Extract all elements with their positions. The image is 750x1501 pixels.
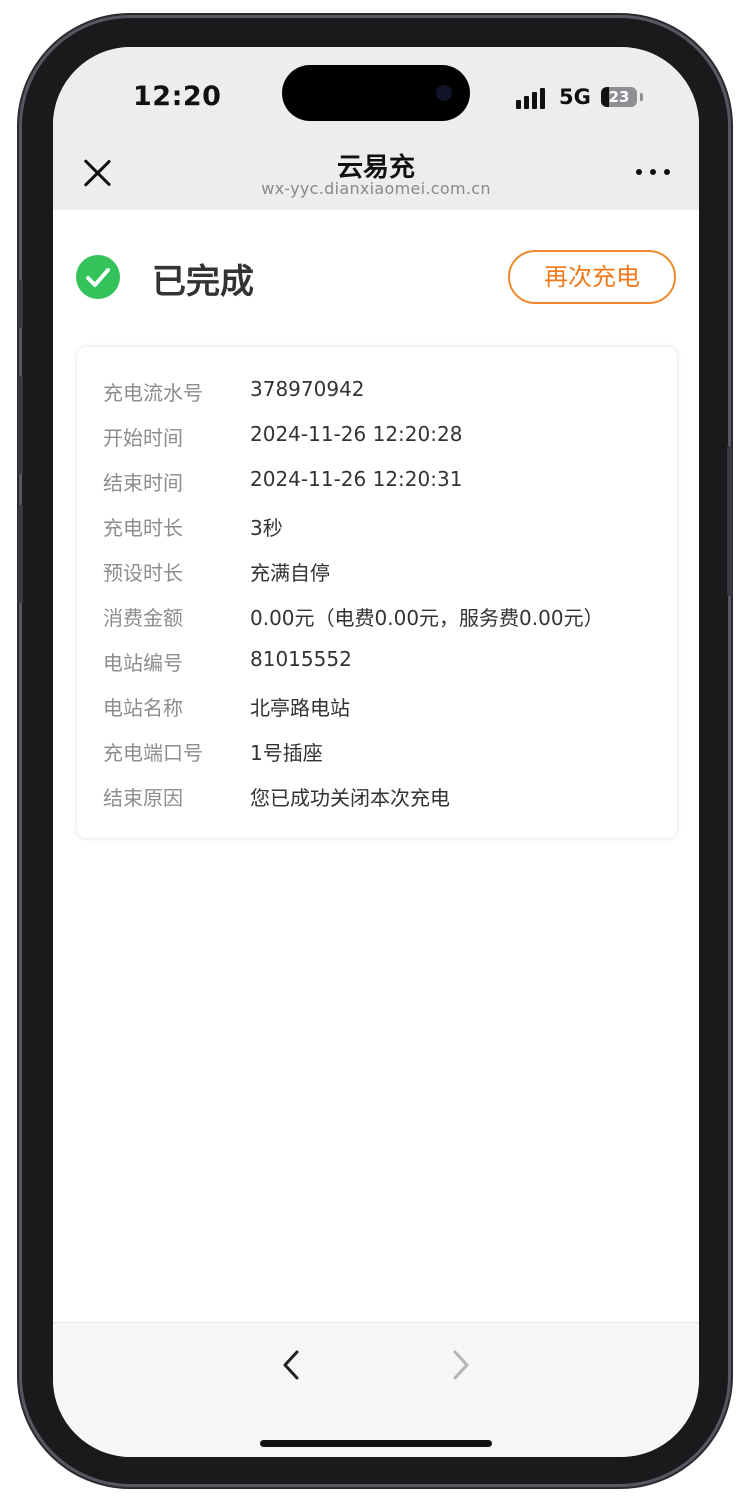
detail-value: 您已成功关闭本次充电 xyxy=(250,786,450,810)
phone-screen: 12:20 5G 23 云易充 wx-yyc.dianxiaomei.com.c… xyxy=(53,47,699,1457)
order-detail-content: 已完成 再次充电 充电流水号 378970942 开始时间 2024-11-26… xyxy=(53,210,699,1322)
detail-value: 378970942 xyxy=(250,377,365,401)
volume-down-button xyxy=(18,505,23,603)
recharge-again-button[interactable]: 再次充电 xyxy=(508,250,676,304)
volume-up-button xyxy=(18,376,23,474)
webview-nav-bar: 云易充 wx-yyc.dianxiaomei.com.cn xyxy=(53,147,699,210)
charge-detail-card: 充电流水号 378970942 开始时间 2024-11-26 12:20:28… xyxy=(76,346,678,839)
detail-label: 预设时长 xyxy=(103,561,183,585)
detail-value: 北亭路电站 xyxy=(250,696,350,720)
detail-value: 2024-11-26 12:20:28 xyxy=(250,422,463,446)
detail-value: 1号插座 xyxy=(250,741,323,765)
battery-level-fill xyxy=(601,87,609,107)
status-bar: 12:20 5G 23 xyxy=(53,47,699,147)
battery-percent: 23 xyxy=(608,88,630,106)
browser-bottom-bar xyxy=(53,1322,699,1457)
detail-row: 电站编号 81015552 xyxy=(103,647,663,677)
detail-label: 充电端口号 xyxy=(103,741,203,765)
signal-bars-icon xyxy=(516,87,550,109)
detail-row: 充电流水号 378970942 xyxy=(103,377,663,407)
home-indicator xyxy=(260,1440,492,1447)
detail-value: 0.00元（电费0.00元，服务费0.00元） xyxy=(250,606,604,630)
detail-label: 消费金额 xyxy=(103,606,183,630)
battery-icon: 23 xyxy=(601,87,637,107)
detail-value: 2024-11-26 12:20:31 xyxy=(250,467,463,491)
detail-label: 充电流水号 xyxy=(103,381,203,405)
detail-label: 电站编号 xyxy=(103,651,183,675)
network-type: 5G xyxy=(559,85,591,109)
dynamic-island xyxy=(282,65,470,121)
status-title: 已完成 xyxy=(152,262,254,302)
mute-switch xyxy=(18,280,23,328)
detail-row: 预设时长 充满自停 xyxy=(103,557,663,587)
detail-label: 结束原因 xyxy=(103,786,183,810)
detail-row: 电站名称 北亭路电站 xyxy=(103,692,663,722)
power-button xyxy=(727,446,732,596)
detail-row: 结束原因 您已成功关闭本次充电 xyxy=(103,782,663,812)
more-dots-icon[interactable] xyxy=(636,169,672,177)
check-circle-icon xyxy=(76,255,120,299)
detail-value: 81015552 xyxy=(250,647,352,671)
detail-value: 3秒 xyxy=(250,516,283,540)
detail-row: 充电时长 3秒 xyxy=(103,512,663,542)
chevron-right-icon[interactable] xyxy=(443,1345,477,1385)
detail-row: 充电端口号 1号插座 xyxy=(103,737,663,767)
detail-label: 充电时长 xyxy=(103,516,183,540)
detail-row: 消费金额 0.00元（电费0.00元，服务费0.00元） xyxy=(103,602,663,632)
status-time: 12:20 xyxy=(133,81,222,112)
detail-label: 电站名称 xyxy=(103,696,183,720)
camera-icon xyxy=(436,85,452,101)
detail-row: 开始时间 2024-11-26 12:20:28 xyxy=(103,422,663,452)
battery-tip xyxy=(640,93,643,101)
detail-label: 结束时间 xyxy=(103,471,183,495)
detail-value: 充满自停 xyxy=(250,561,330,585)
detail-row: 结束时间 2024-11-26 12:20:31 xyxy=(103,467,663,497)
chevron-left-icon[interactable] xyxy=(275,1345,309,1385)
detail-label: 开始时间 xyxy=(103,426,183,450)
page-url: wx-yyc.dianxiaomei.com.cn xyxy=(261,179,491,198)
